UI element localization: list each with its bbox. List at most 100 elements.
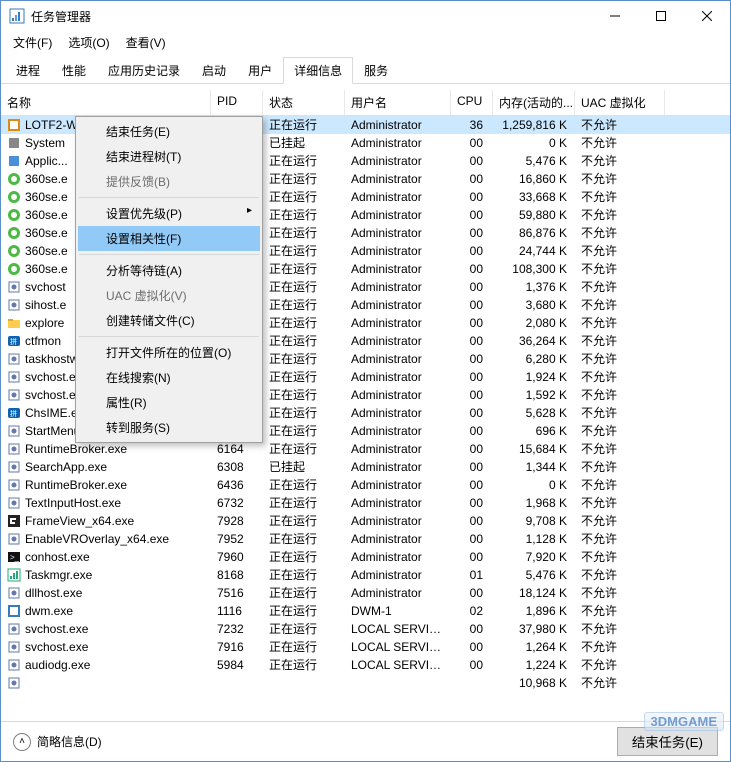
process-row[interactable]: 10,968 K不允许 xyxy=(1,674,730,692)
cell: 00 xyxy=(451,296,493,314)
column-header[interactable]: PID xyxy=(211,90,263,115)
cell: 5,628 K xyxy=(493,404,575,422)
process-row[interactable]: RuntimeBroker.exe6436正在运行Administrator00… xyxy=(1,476,730,494)
context-menu-item[interactable]: 结束任务(E) xyxy=(78,119,260,144)
cell: 00 xyxy=(451,530,493,548)
process-row[interactable]: EnableVROverlay_x64.exe7952正在运行Administr… xyxy=(1,530,730,548)
context-menu-item[interactable]: 设置优先级(P) xyxy=(78,201,260,226)
cell: 00 xyxy=(451,638,493,656)
tab-启动[interactable]: 启动 xyxy=(191,57,237,83)
cell: 16,860 K xyxy=(493,170,575,188)
app-icon xyxy=(9,8,25,24)
cell: 00 xyxy=(451,422,493,440)
column-header[interactable]: 内存(活动的... xyxy=(493,90,575,115)
cell: TextInputHost.exe xyxy=(1,494,211,512)
context-menu-item[interactable]: 打开文件所在的位置(O) xyxy=(78,340,260,365)
window-title: 任务管理器 xyxy=(31,8,592,25)
minimize-button[interactable] xyxy=(592,1,638,31)
process-row[interactable]: svchost.exe7232正在运行LOCAL SERVICE0037,980… xyxy=(1,620,730,638)
process-name: conhost.exe xyxy=(25,548,90,566)
process-row[interactable]: Taskmgr.exe8168正在运行Administrator015,476 … xyxy=(1,566,730,584)
cell: 18,124 K xyxy=(493,584,575,602)
end-task-button[interactable]: 结束任务(E) xyxy=(617,727,718,756)
cell: 正在运行 xyxy=(263,206,345,224)
context-menu-item[interactable]: 转到服务(S) xyxy=(78,415,260,440)
cell xyxy=(345,674,451,692)
process-row[interactable]: >_conhost.exe7960正在运行Administrator007,92… xyxy=(1,548,730,566)
cell: 86,876 K xyxy=(493,224,575,242)
context-menu-item[interactable]: 属性(R) xyxy=(78,390,260,415)
context-menu-item[interactable]: 创建转储文件(C) xyxy=(78,308,260,333)
cell: 正在运行 xyxy=(263,296,345,314)
tab-进程[interactable]: 进程 xyxy=(5,57,51,83)
process-row[interactable]: svchost.exe7916正在运行LOCAL SERVICE001,264 … xyxy=(1,638,730,656)
cell: Administrator xyxy=(345,170,451,188)
cell: 不允许 xyxy=(575,674,665,692)
column-header[interactable]: 名称 xyxy=(1,90,211,115)
cell: 不允许 xyxy=(575,296,665,314)
cell: audiodg.exe xyxy=(1,656,211,674)
process-row[interactable]: dllhost.exe7516正在运行Administrator0018,124… xyxy=(1,584,730,602)
cell: 正在运行 xyxy=(263,548,345,566)
process-icon xyxy=(7,388,21,402)
column-header[interactable]: 用户名 xyxy=(345,90,451,115)
process-name: dllhost.exe xyxy=(25,584,82,602)
process-row[interactable]: dwm.exe1116正在运行DWM-1021,896 K不允许 xyxy=(1,602,730,620)
cell: Administrator xyxy=(345,530,451,548)
cell: Administrator xyxy=(345,548,451,566)
process-row[interactable]: audiodg.exe5984正在运行LOCAL SERVICE001,224 … xyxy=(1,656,730,674)
cell: FrameView_x64.exe xyxy=(1,512,211,530)
menu-1[interactable]: 选项(O) xyxy=(60,32,117,53)
context-menu-item[interactable]: 结束进程树(T) xyxy=(78,144,260,169)
cell: Administrator xyxy=(345,584,451,602)
cell: 不允许 xyxy=(575,350,665,368)
menu-0[interactable]: 文件(F) xyxy=(5,32,60,53)
context-menu-item[interactable]: 设置相关性(F) xyxy=(78,226,260,251)
column-header[interactable]: CPU xyxy=(451,90,493,115)
cell: 正在运行 xyxy=(263,638,345,656)
cell: SearchApp.exe xyxy=(1,458,211,476)
menu-2[interactable]: 查看(V) xyxy=(118,32,174,53)
cell: 不允许 xyxy=(575,458,665,476)
context-menu-item[interactable]: 分析等待链(A) xyxy=(78,258,260,283)
svg-text:拼: 拼 xyxy=(10,409,17,418)
cell: Administrator xyxy=(345,458,451,476)
context-menu-item[interactable]: 在线搜索(N) xyxy=(78,365,260,390)
process-icon xyxy=(7,352,21,366)
maximize-button[interactable] xyxy=(638,1,684,31)
cell: 不允许 xyxy=(575,620,665,638)
process-row[interactable]: FrameView_x64.exe7928正在运行Administrator00… xyxy=(1,512,730,530)
process-icon xyxy=(7,478,21,492)
cell: 108,300 K xyxy=(493,260,575,278)
column-header[interactable]: UAC 虚拟化 xyxy=(575,90,665,115)
tab-详细信息[interactable]: 详细信息 xyxy=(283,57,353,84)
cell: 正在运行 xyxy=(263,404,345,422)
process-icon xyxy=(7,316,21,330)
cell: 36 xyxy=(451,116,493,134)
tab-性能[interactable]: 性能 xyxy=(51,57,97,83)
tab-服务[interactable]: 服务 xyxy=(353,57,399,83)
cell: 不允许 xyxy=(575,260,665,278)
cell: 7928 xyxy=(211,512,263,530)
cell: Administrator xyxy=(345,152,451,170)
tab-用户[interactable]: 用户 xyxy=(237,57,283,83)
fewer-details-toggle[interactable]: ˄ 简略信息(D) xyxy=(13,733,102,751)
close-button[interactable] xyxy=(684,1,730,31)
cell: 不允许 xyxy=(575,242,665,260)
tab-应用历史记录[interactable]: 应用历史记录 xyxy=(97,57,191,83)
cell: 正在运行 xyxy=(263,188,345,206)
cell: 33,668 K xyxy=(493,188,575,206)
process-row[interactable]: SearchApp.exe6308已挂起Administrator001,344… xyxy=(1,458,730,476)
cell: 7,920 K xyxy=(493,548,575,566)
cell: 00 xyxy=(451,494,493,512)
cell: LOCAL SERVICE xyxy=(345,638,451,656)
cell: 1,344 K xyxy=(493,458,575,476)
process-row[interactable]: TextInputHost.exe6732正在运行Administrator00… xyxy=(1,494,730,512)
cell: dwm.exe xyxy=(1,602,211,620)
cell: 00 xyxy=(451,224,493,242)
context-menu: 结束任务(E)结束进程树(T)提供反馈(B)设置优先级(P)设置相关性(F)分析… xyxy=(75,116,263,443)
cell: 不允许 xyxy=(575,134,665,152)
column-header[interactable]: 状态 xyxy=(263,90,345,115)
cell: 01 xyxy=(451,566,493,584)
svg-text:>_: >_ xyxy=(10,553,20,562)
